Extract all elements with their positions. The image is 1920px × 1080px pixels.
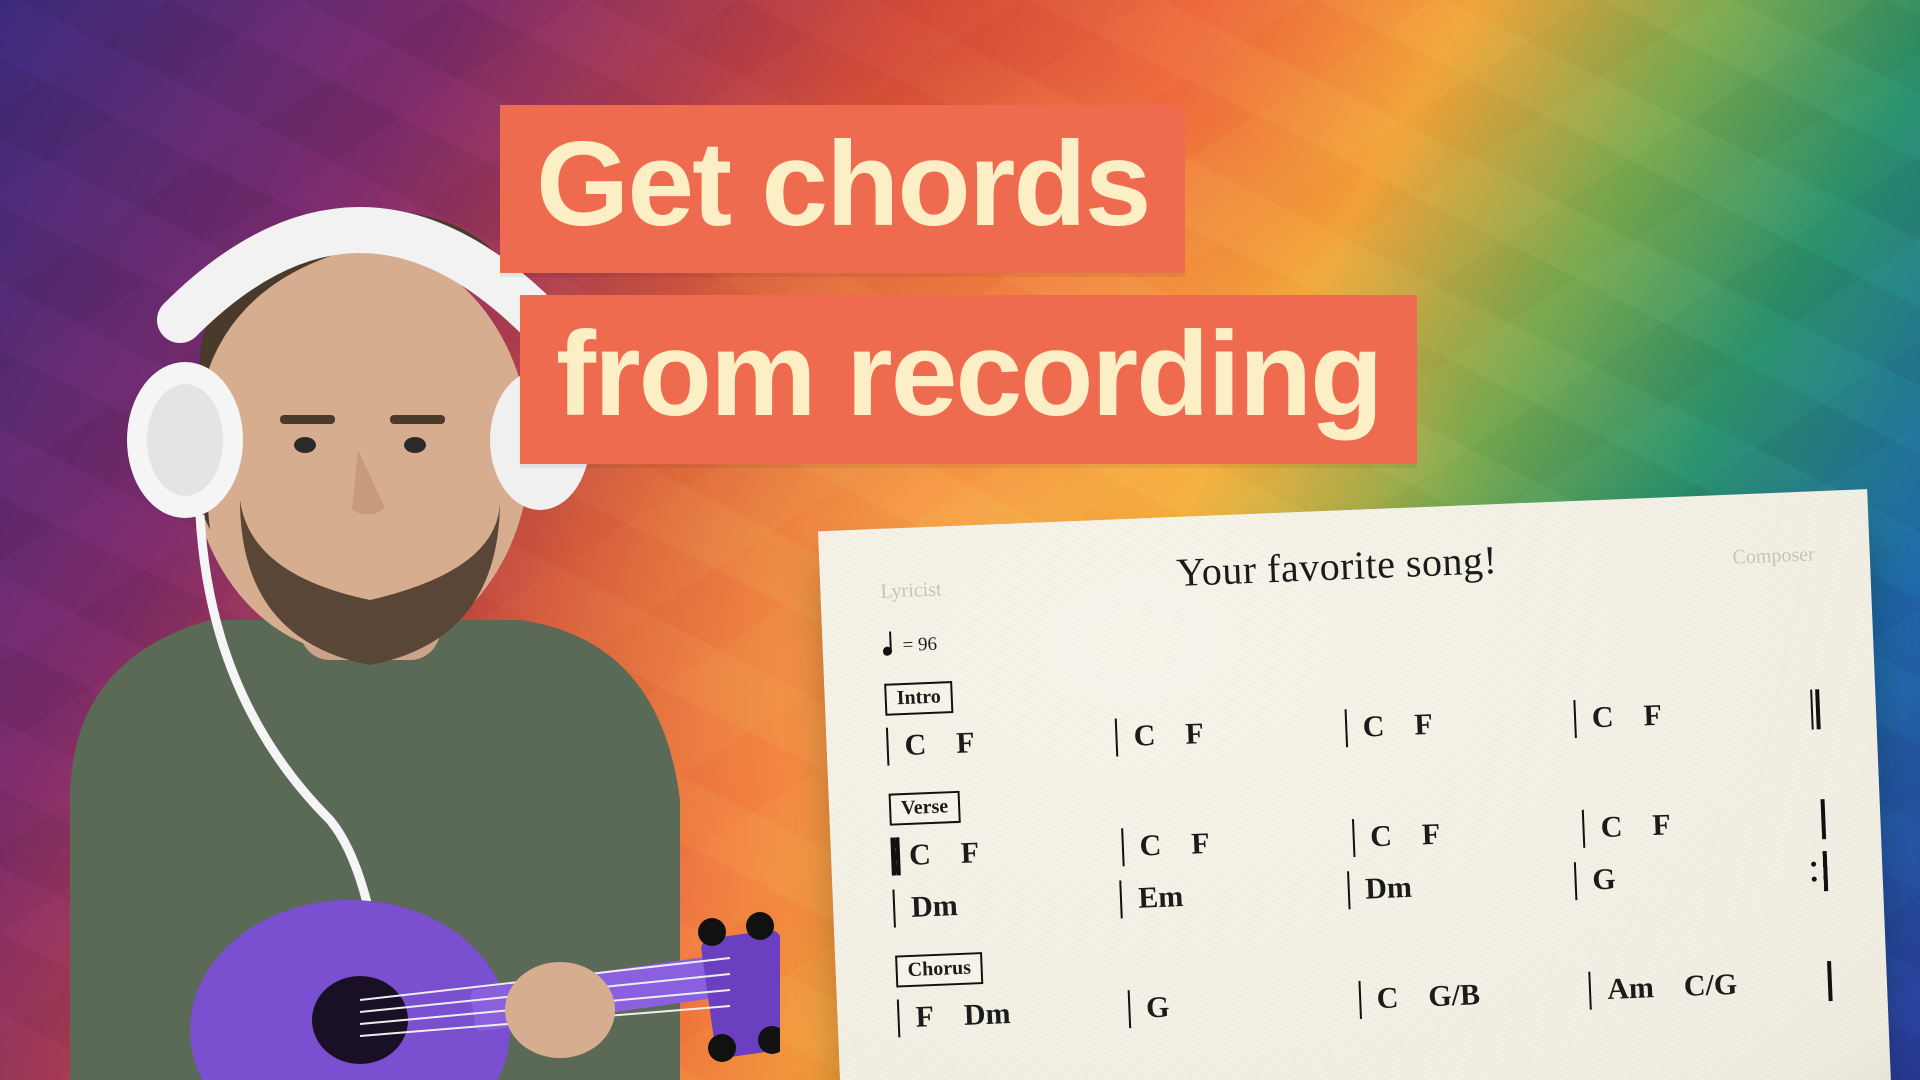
bar: CF (1582, 799, 1814, 850)
barline-end (1811, 851, 1829, 892)
chord: F (1643, 699, 1663, 734)
bar: CF (1573, 689, 1804, 740)
chord: C (1362, 710, 1385, 745)
chord: F (1421, 818, 1441, 853)
tempo-value: = 96 (902, 634, 937, 657)
chord: C (1139, 829, 1162, 864)
chord: Dm (963, 997, 1011, 1033)
chord: F (1185, 717, 1205, 752)
thumbnail-stage: Get chords from recording Lyricist Your … (0, 0, 1920, 1080)
chord: C (904, 728, 927, 763)
section-label: Chorus (895, 952, 984, 987)
bar: C G/B (1358, 970, 1590, 1021)
chord: C (908, 838, 931, 873)
section-chorus: Chorus F Dm GC G/B Am C/G (895, 918, 1833, 1039)
chord: F (1191, 827, 1211, 862)
bar: CF (1344, 698, 1575, 749)
bar: CF (1121, 817, 1353, 868)
tempo-marking: = 96 (882, 598, 1817, 658)
quarter-note-icon (882, 637, 897, 656)
sheet-header: Lyricist Your favorite song! Composer (879, 523, 1815, 607)
section-label: Intro (884, 681, 953, 716)
title-line-2: from recording (520, 295, 1417, 463)
chord: C (1600, 810, 1623, 845)
section-verse: VerseCFCFCFCFDmEmDmG (889, 756, 1829, 929)
title-line-1: Get chords (500, 105, 1185, 273)
chord-line: F Dm GC G/B Am C/G (897, 960, 1833, 1039)
chord: G/B (1428, 978, 1481, 1014)
sheet-title: Your favorite song! (940, 527, 1733, 606)
chord: C (1133, 719, 1156, 754)
barline-end (1827, 961, 1833, 1001)
chord: C (1591, 701, 1614, 736)
chord-line: CFCFCFCF (886, 688, 1822, 767)
chord: F (915, 1000, 935, 1035)
bar: CF (890, 826, 1122, 877)
chord: C/G (1683, 968, 1738, 1004)
bar: Em (1119, 869, 1348, 920)
chord: C (1370, 820, 1393, 855)
bar: CF (886, 717, 1117, 768)
chord-sheet: Lyricist Your favorite song! Composer = … (818, 489, 1892, 1080)
bar: G (1127, 979, 1359, 1030)
bar: Dm (1346, 860, 1575, 911)
lyricist-label: Lyricist (880, 578, 942, 603)
section-intro: IntroCFCFCFCF (884, 646, 1822, 767)
bar: CF (1115, 707, 1346, 758)
chord: C (1376, 981, 1399, 1016)
bar: Am C/G (1588, 960, 1820, 1011)
bar: CF (1351, 808, 1583, 859)
composer-label: Composer (1732, 543, 1815, 569)
chord: F (1652, 808, 1672, 843)
chord: F (956, 726, 976, 761)
bar: F Dm (897, 988, 1129, 1039)
bar: Dm (892, 879, 1121, 930)
chord: Am (1607, 971, 1655, 1007)
chord: F (960, 836, 980, 871)
title-block: Get chords from recording (500, 105, 1417, 464)
chord: F (1414, 708, 1434, 743)
section-label: Verse (889, 791, 961, 826)
bar: G (1574, 851, 1803, 902)
barline-end (1821, 799, 1827, 839)
barline-end (1810, 689, 1822, 729)
sections-container: IntroCFCFCFCFVerseCFCFCFCFDmEmDmGChorusF… (884, 646, 1833, 1039)
